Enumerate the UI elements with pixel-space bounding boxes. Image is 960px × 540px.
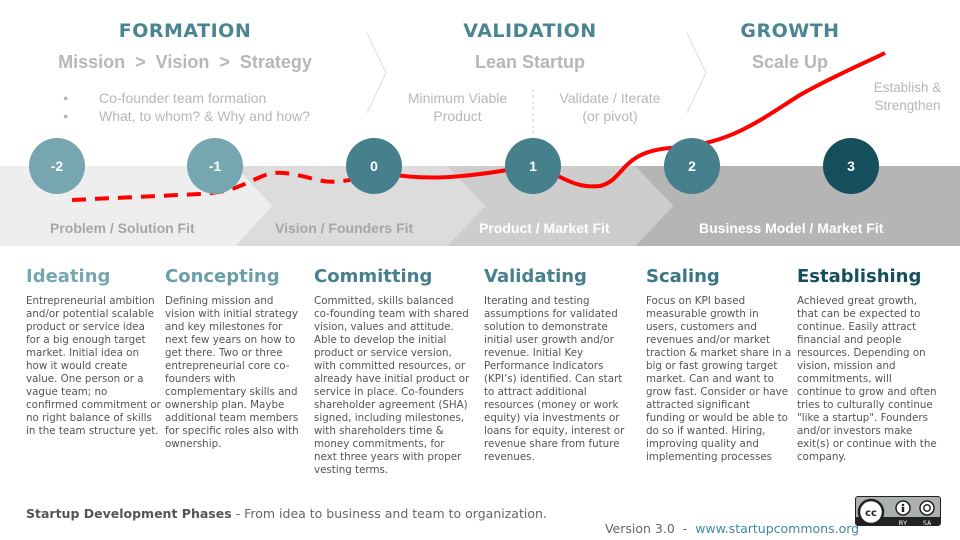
stage-title: Scaling (646, 266, 720, 287)
website-link[interactable]: www.startupcommons.org (695, 521, 859, 536)
footer-caption: Startup Development Phases - From idea t… (26, 506, 547, 521)
stage-committing: Committing Committed, skills balanced co… (314, 266, 470, 477)
milestone-label: 3 (847, 158, 855, 174)
fit-label-product-market: Product / Market Fit (479, 220, 610, 236)
milestone-label: -1 (208, 158, 222, 174)
milestone-minus-1: -1 (187, 138, 243, 194)
stage-description: Iterating and testing assumptions for va… (484, 295, 625, 463)
fit-label-vision-founders: Vision / Founders Fit (275, 220, 414, 236)
stage-description: Achieved great growth, that can be expec… (797, 295, 937, 463)
cc-by-sa-badge[interactable]: cc BY SA (855, 496, 941, 526)
cc-license-icon: cc BY SA (856, 498, 940, 527)
footer-title: Startup Development Phases (26, 506, 232, 521)
by-label: BY (899, 520, 908, 527)
stage-concepting: Concepting Defining mission and vision w… (165, 266, 305, 451)
milestone-label: 1 (529, 158, 537, 174)
stage-ideating: Ideating Entrepreneurial ambition and/or… (26, 266, 161, 438)
sa-label: SA (923, 520, 932, 527)
stage-description: Entrepreneurial ambition and/or potentia… (26, 295, 161, 437)
footer-tagline: - From idea to business and team to orga… (231, 506, 547, 521)
fit-label-problem-solution: Problem / Solution Fit (50, 220, 195, 236)
stage-title: Ideating (26, 266, 111, 287)
stage-description: Defining mission and vision with initial… (165, 295, 299, 450)
stage-description: Focus on KPI based measurable growth in … (646, 295, 792, 463)
milestone-2: 2 (664, 138, 720, 194)
version-text: Version 3.0 - (604, 521, 696, 536)
chevron-divider-1 (366, 32, 387, 114)
milestone-label: 0 (370, 158, 378, 174)
milestone-3: 3 (823, 138, 879, 194)
milestone-label: 2 (688, 158, 696, 174)
sa-sharealike-icon (919, 500, 935, 516)
milestone-1: 1 (505, 138, 561, 194)
stage-validating: Validating Iterating and testing assumpt… (484, 266, 634, 464)
cc-text: cc (865, 508, 877, 519)
stage-title: Validating (484, 266, 587, 287)
stage-description: Committed, skills balanced co-founding t… (314, 295, 470, 476)
milestone-minus-2: -2 (29, 138, 85, 194)
stage-title: Establishing (797, 266, 922, 287)
milestone-0: 0 (346, 138, 402, 194)
stage-establishing: Establishing Achieved great growth, that… (797, 266, 937, 464)
footer-version: Version 3.0 - www.startupcommons.org (597, 506, 859, 536)
stage-scaling: Scaling Focus on KPI based measurable gr… (646, 266, 792, 464)
chevron-divider-2 (686, 32, 707, 114)
fit-label-business-model: Business Model / Market Fit (699, 220, 884, 236)
stage-title: Committing (314, 266, 433, 287)
stage-title: Concepting (165, 266, 280, 287)
milestone-label: -2 (50, 158, 64, 174)
